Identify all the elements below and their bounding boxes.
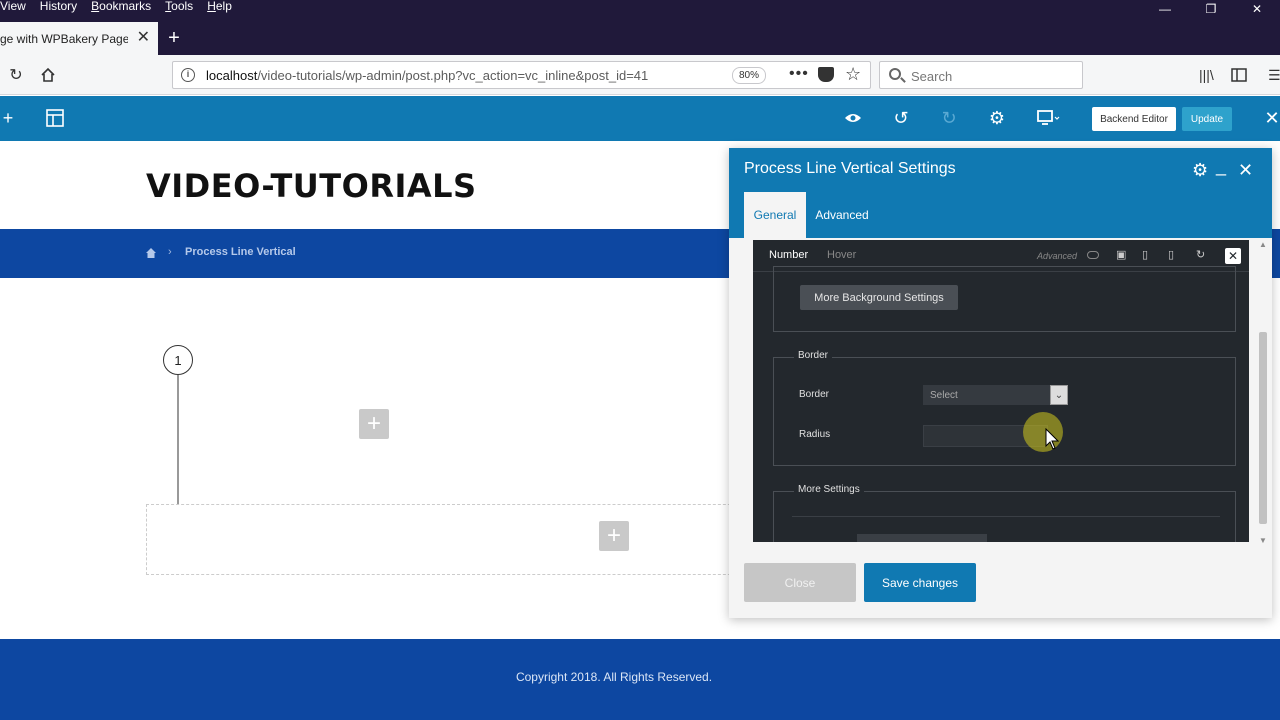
browser-navbar: ↻ i localhost/video-tutorials/wp-admin/p… [0,55,1280,95]
tab-general[interactable]: General [744,192,806,238]
page-settings-gear-icon[interactable]: ⚙ [985,106,1009,130]
responsive-preview-icon[interactable] [1034,106,1064,130]
url-text[interactable]: localhost/video-tutorials/wp-admin/post.… [206,68,706,83]
border-fieldset: Border Border Select ⌄ Radius [773,350,1236,466]
reset-icon[interactable]: ↻ [1196,248,1205,261]
chevron-down-icon: ⌄ [1050,385,1068,405]
menu-tools[interactable]: Tools [165,0,193,12]
tab-advanced[interactable]: Advanced [812,192,872,238]
minimize-icon[interactable]: — [1142,0,1188,18]
home-icon[interactable] [37,64,59,86]
home-icon[interactable] [146,248,156,258]
menu-help[interactable]: Help [207,0,232,12]
border-label: Border [799,389,830,400]
settings-panel: Process Line Vertical Settings ⚙ _ ✕ Gen… [729,148,1272,618]
more-background-settings-button[interactable]: More Background Settings [800,285,958,310]
border-group-label: Border [794,350,833,361]
empty-row [146,504,766,575]
search-input[interactable]: Search [879,61,1083,89]
add-element-button[interactable]: + [359,409,389,439]
process-line [177,375,179,505]
menu-bookmarks[interactable]: Bookmarks [91,0,151,12]
mouse-cursor-icon [1045,428,1059,450]
window-close-icon[interactable]: ✕ [1234,0,1280,18]
backend-editor-button[interactable]: Backend Editor [1092,107,1176,131]
panel-header: Process Line Vertical Settings ⚙ _ ✕ Gen… [729,148,1272,238]
url-bar[interactable]: i localhost/video-tutorials/wp-admin/pos… [172,61,871,89]
add-row-element-button[interactable]: + [599,521,629,551]
radius-label: Radius [799,429,831,440]
scroll-down-icon[interactable]: ▼ [1259,536,1267,545]
close-editor-icon[interactable]: ✕ [1260,106,1280,130]
undo-icon[interactable]: ↺ [889,106,913,130]
add-element-icon[interactable]: + [0,106,20,130]
background-fieldset: More Background Settings [773,266,1236,332]
advanced-toggle[interactable] [1087,251,1099,259]
bookmark-star-icon[interactable]: ☆ [845,64,861,85]
redo-icon: ↻ [941,107,957,128]
border-select[interactable]: Select ⌄ [923,385,1068,405]
save-changes-button[interactable]: Save changes [864,563,976,602]
zoom-indicator[interactable]: 80% [732,67,766,84]
wpbakery-toolbar: + ↺ ↻ ⚙ Backend Editor Update ✕ [0,96,1280,141]
menu-view[interactable]: View [0,0,26,12]
footer-copyright: Copyright 2018. All Rights Reserved. [515,670,713,684]
parameter-group: Number Hover Advanced ▣ ▯ ▯ ↻ ✕ More Bac… [753,240,1249,542]
tab-title: ge with WPBakery Page [0,31,128,46]
subtab-hover[interactable]: Hover [827,249,856,261]
restore-icon[interactable]: ❐ [1188,0,1234,18]
breadcrumb-current: Process Line Vertical [185,246,296,258]
more-settings-button[interactable] [857,534,987,542]
menu-history[interactable]: History [40,0,77,12]
tab-close-icon[interactable]: ✕ [137,30,150,46]
reload-icon[interactable]: ↻ [5,64,27,86]
process-step-number[interactable]: 1 [163,345,193,375]
mobile-icon[interactable]: ▯ [1168,248,1174,261]
hamburger-menu-icon[interactable]: ☰ [1268,65,1280,85]
templates-icon[interactable] [43,106,67,130]
site-footer: Copyright 2018. All Rights Reserved. [0,639,1280,720]
divider [792,516,1220,517]
panel-scrollbar[interactable]: ▲ ▼ [1257,240,1269,546]
site-title[interactable]: VIDEO-TUTORIALS [146,167,477,205]
panel-minimize-icon[interactable]: _ [1216,156,1226,177]
update-button[interactable]: Update [1182,107,1232,131]
panel-gear-icon[interactable]: ⚙ [1192,160,1208,181]
breadcrumb-separator: › [168,246,172,258]
new-tab-icon[interactable]: + [162,25,186,51]
scrollbar-thumb[interactable] [1259,332,1267,524]
advanced-toggle-label: Advanced [1037,251,1078,261]
browser-tab[interactable]: ge with WPBakery Page ✕ [0,22,158,55]
more-settings-group-label: More Settings [794,484,864,495]
search-icon [889,68,901,80]
info-icon[interactable]: i [181,68,195,82]
desktop-icon[interactable]: ▣ [1116,248,1126,261]
preview-eye-icon[interactable] [841,106,865,130]
scroll-up-icon[interactable]: ▲ [1259,240,1267,249]
subtab-number[interactable]: Number [769,249,808,261]
more-actions-icon[interactable]: ••• [789,65,809,83]
browser-tabbar: ge with WPBakery Page ✕ + [0,22,1280,55]
browser-menubar: View History Bookmarks Tools Help — ❐ ✕ [0,0,1280,22]
param-close-icon[interactable]: ✕ [1225,248,1241,264]
pocket-icon[interactable] [818,67,834,82]
tablet-icon[interactable]: ▯ [1142,248,1148,261]
panel-title: Process Line Vertical Settings [744,160,956,177]
sidebar-icon[interactable] [1231,65,1247,85]
close-button[interactable]: Close [744,563,856,602]
more-settings-fieldset: More Settings [773,484,1236,542]
panel-close-icon[interactable]: ✕ [1238,160,1253,181]
library-icon[interactable]: |||\ [1199,65,1214,85]
